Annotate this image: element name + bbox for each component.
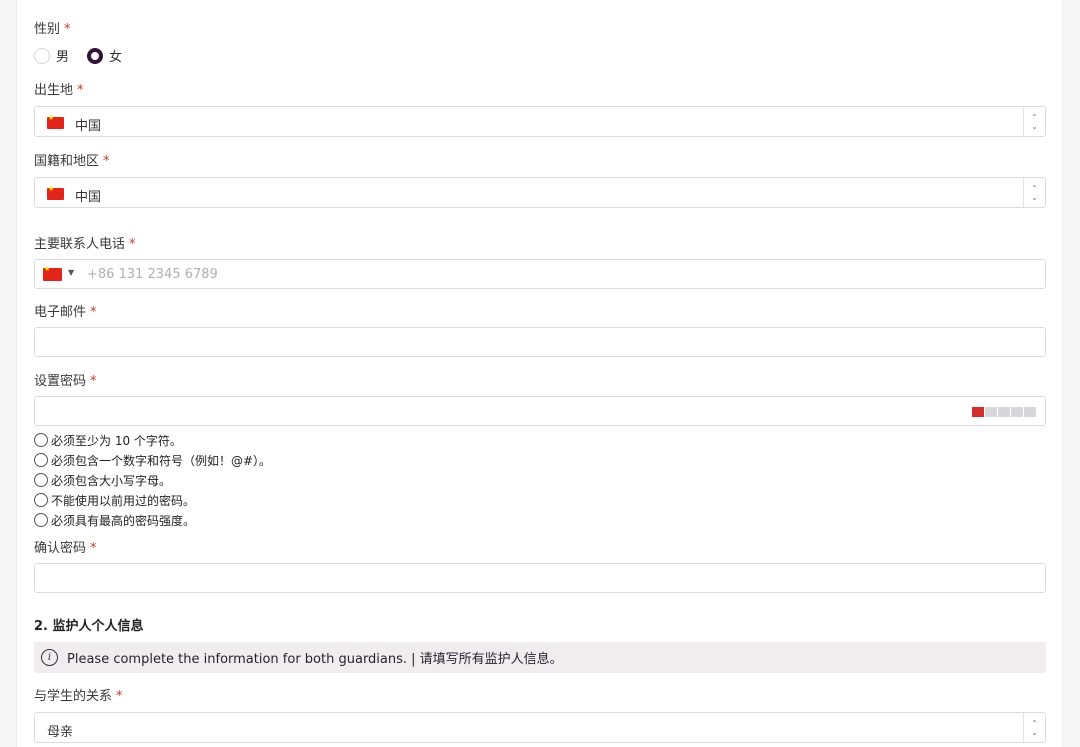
form-panel: 性别* 男 女 出生地* 中国 ⌃⌄ 国籍和地区* 中国 ⌃⌄ 主要联系人电话*… xyxy=(16,0,1063,747)
select-arrows-icon[interactable]: ⌃ ⌄ xyxy=(1023,713,1045,742)
china-flag-icon[interactable] xyxy=(43,265,62,281)
rule-status-icon xyxy=(34,513,48,527)
relationship-value: 母亲 xyxy=(47,725,74,740)
nationality-label: 国籍和地区 * xyxy=(34,154,110,169)
birthplace-select[interactable]: 中国 ⌃⌄ xyxy=(34,106,1046,137)
phone-field: ▼ xyxy=(34,259,1046,289)
password-rule: 必须具有最高的密码强度。 xyxy=(34,510,271,530)
caret-down-icon[interactable]: ▼ xyxy=(68,268,74,277)
password-rule: 必须至少为 10 个字符。 xyxy=(34,430,271,450)
phone-input[interactable] xyxy=(87,260,987,289)
confirm-password-input[interactable] xyxy=(35,564,1045,592)
select-arrows-icon[interactable]: ⌃ ⌄ xyxy=(1023,107,1045,136)
strength-segment xyxy=(1011,407,1023,417)
rule-status-icon xyxy=(34,473,48,487)
relationship-label: 与学生的关系 * xyxy=(34,689,123,704)
birthplace-label: 出生地 * xyxy=(34,83,84,98)
rule-status-icon xyxy=(34,433,48,447)
birthplace-value: 中国 xyxy=(75,119,102,134)
email-label: 电子邮件 * xyxy=(34,305,97,320)
confirm-password-label: 确认密码 * xyxy=(34,541,97,556)
china-flag-icon xyxy=(47,114,64,129)
guardian-notice: i Please complete the information for bo… xyxy=(34,642,1046,673)
password-field xyxy=(34,396,1046,426)
phone-label: 主要联系人电话 * xyxy=(34,237,136,252)
gender-radio-male[interactable] xyxy=(34,47,50,64)
relationship-select[interactable]: 母亲 ⌃ ⌄ xyxy=(34,712,1046,743)
confirm-password-field xyxy=(34,563,1046,593)
password-rules-list: 必须至少为 10 个字符。 必须包含一个数字和符号（例如！@#）。 必须包含大小… xyxy=(34,430,271,530)
rule-status-icon xyxy=(34,493,48,507)
password-label: 设置密码 * xyxy=(34,374,97,389)
strength-segment xyxy=(985,407,997,417)
nationality-select[interactable]: 中国 ⌃⌄ xyxy=(34,177,1046,208)
china-flag-icon xyxy=(47,185,64,200)
gender-option-female-label[interactable]: 女 xyxy=(109,46,122,65)
email-field xyxy=(34,327,1046,357)
section-title: 2. 监护人个人信息 xyxy=(34,619,144,634)
password-rule: 必须包含一个数字和符号（例如！@#）。 xyxy=(34,450,271,470)
nationality-value: 中国 xyxy=(75,190,102,205)
gender-radio-group: 男 女 xyxy=(34,46,140,65)
gender-option-male-label[interactable]: 男 xyxy=(56,46,69,65)
rule-status-icon xyxy=(34,453,48,467)
password-input[interactable] xyxy=(35,397,1045,425)
select-arrows-icon[interactable]: ⌃ ⌄ xyxy=(1023,178,1045,207)
notice-text: Please complete the information for both… xyxy=(67,652,563,667)
email-input[interactable] xyxy=(35,328,1045,356)
gender-radio-female[interactable] xyxy=(87,47,104,64)
strength-segment xyxy=(1024,407,1036,417)
strength-segment xyxy=(998,407,1010,417)
strength-segment xyxy=(972,407,984,417)
password-rule: 必须包含大小写字母。 xyxy=(34,470,271,490)
info-icon: i xyxy=(41,649,58,666)
gender-label: 性别 * xyxy=(34,22,71,37)
password-strength-meter xyxy=(972,407,1036,417)
password-rule: 不能使用以前用过的密码。 xyxy=(34,490,271,510)
